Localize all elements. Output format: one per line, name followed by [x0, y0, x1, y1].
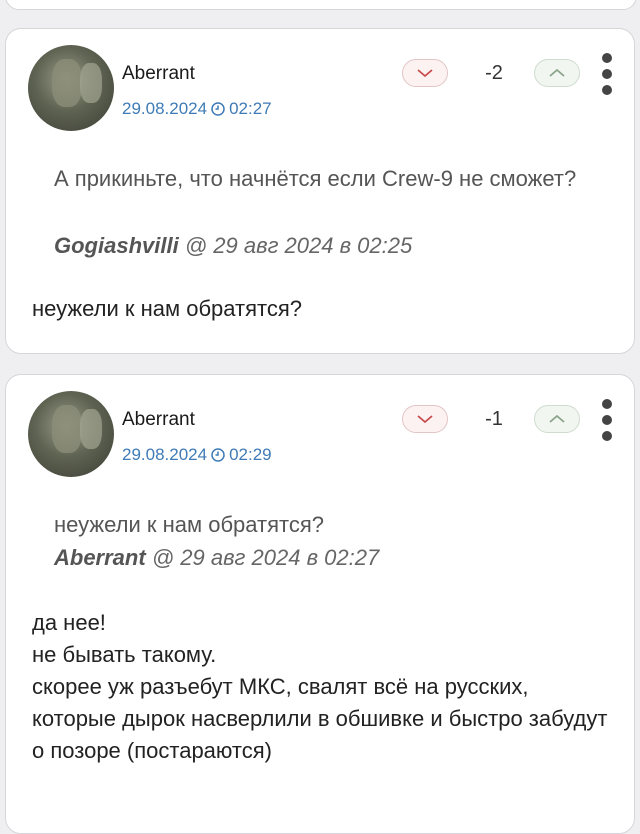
more-vertical-icon[interactable] — [602, 53, 612, 95]
comment-timestamp[interactable]: 29.08.2024 02:27 — [122, 99, 272, 119]
comment-body: да нее! не бывать такому. скорее уж разъ… — [32, 610, 608, 763]
comment-card: Aberrant 29.08.2024 02:29 -1 неужели к н… — [5, 374, 635, 834]
comment-score: -2 — [485, 62, 503, 84]
upvote-button[interactable] — [534, 59, 580, 87]
comment-author[interactable]: Aberrant — [122, 409, 195, 431]
quote-attribution: Aberrant @ 29 авг 2024 в 02:27 — [54, 545, 379, 571]
quote-text: А прикиньте, что начнётся если Crew-9 не… — [54, 166, 577, 191]
more-vertical-icon[interactable] — [602, 399, 612, 441]
comment-timestamp[interactable]: 29.08.2024 02:29 — [122, 445, 272, 465]
downvote-button[interactable] — [402, 405, 448, 433]
chevron-up-icon — [549, 414, 565, 423]
avatar[interactable] — [28, 45, 114, 131]
comment-time: 02:27 — [229, 99, 272, 118]
comment-score: -1 — [485, 408, 503, 430]
quote-attribution: Gogiashvilli @ 29 авг 2024 в 02:25 — [54, 233, 412, 259]
clock-icon — [211, 102, 225, 116]
upvote-button[interactable] — [534, 405, 580, 433]
quote-text: неужели к нам обратятся? — [54, 512, 324, 537]
comment-date: 29.08.2024 — [122, 99, 208, 118]
chevron-down-icon — [417, 415, 433, 424]
comment-card: Aberrant 29.08.2024 02:27 -2 А прикиньте… — [5, 28, 635, 354]
quote-meta: @ 29 авг 2024 в 02:27 — [151, 545, 380, 570]
quote-author[interactable]: Aberrant — [54, 545, 146, 570]
previous-comment-card — [5, 0, 637, 10]
comment-body: неужели к нам обратятся? — [32, 296, 302, 321]
clock-icon — [211, 448, 225, 462]
comment-time: 02:29 — [229, 445, 272, 464]
chevron-down-icon — [417, 69, 433, 78]
quote-meta: @ 29 авг 2024 в 02:25 — [184, 233, 413, 258]
comment-author[interactable]: Aberrant — [122, 63, 195, 85]
downvote-button[interactable] — [402, 59, 448, 87]
quote-author[interactable]: Gogiashvilli — [54, 233, 179, 258]
chevron-up-icon — [549, 68, 565, 77]
avatar[interactable] — [28, 391, 114, 477]
comment-date: 29.08.2024 — [122, 445, 208, 464]
